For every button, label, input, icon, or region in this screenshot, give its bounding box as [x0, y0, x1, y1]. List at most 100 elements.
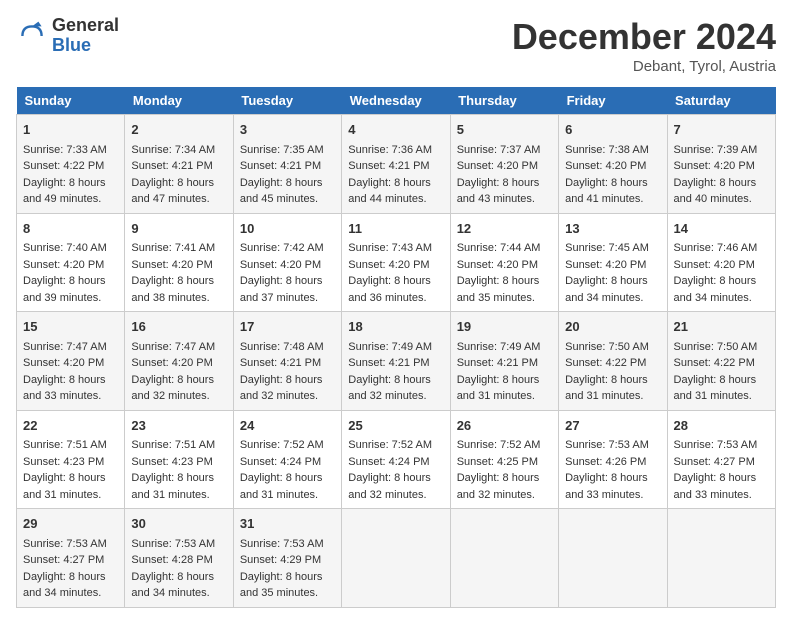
- calendar-cell: 31 Sunrise: 7:53 AM Sunset: 4:29 PM Dayl…: [233, 509, 341, 608]
- calendar-cell: 13 Sunrise: 7:45 AM Sunset: 4:20 PM Dayl…: [559, 213, 667, 312]
- calendar-cell: 11 Sunrise: 7:43 AM Sunset: 4:20 PM Dayl…: [342, 213, 450, 312]
- sunset-label: Sunset: 4:21 PM: [348, 160, 429, 172]
- sunrise-label: Sunrise: 7:53 AM: [131, 538, 215, 550]
- sunset-label: Sunset: 4:22 PM: [565, 357, 646, 369]
- calendar-table: SundayMondayTuesdayWednesdayThursdayFrid…: [16, 87, 776, 608]
- sunset-label: Sunset: 4:20 PM: [348, 259, 429, 271]
- calendar-cell: 9 Sunrise: 7:41 AM Sunset: 4:20 PM Dayli…: [125, 213, 233, 312]
- daylight-label: Daylight: 8 hours and 32 minutes.: [131, 374, 214, 403]
- sunset-label: Sunset: 4:21 PM: [240, 160, 321, 172]
- day-number: 4: [348, 120, 443, 140]
- sunset-label: Sunset: 4:21 PM: [457, 357, 538, 369]
- calendar-week-row: 15 Sunrise: 7:47 AM Sunset: 4:20 PM Dayl…: [17, 312, 776, 411]
- weekday-header-row: SundayMondayTuesdayWednesdayThursdayFrid…: [17, 87, 776, 115]
- daylight-label: Daylight: 8 hours and 34 minutes.: [23, 571, 106, 600]
- daylight-label: Daylight: 8 hours and 35 minutes.: [457, 275, 540, 304]
- day-number: 16: [131, 317, 226, 337]
- calendar-cell: 15 Sunrise: 7:47 AM Sunset: 4:20 PM Dayl…: [17, 312, 125, 411]
- calendar-cell: 4 Sunrise: 7:36 AM Sunset: 4:21 PM Dayli…: [342, 115, 450, 214]
- sunrise-label: Sunrise: 7:41 AM: [131, 242, 215, 254]
- calendar-week-row: 1 Sunrise: 7:33 AM Sunset: 4:22 PM Dayli…: [17, 115, 776, 214]
- sunset-label: Sunset: 4:21 PM: [131, 160, 212, 172]
- day-number: 25: [348, 416, 443, 436]
- daylight-label: Daylight: 8 hours and 31 minutes.: [23, 472, 106, 501]
- sunrise-label: Sunrise: 7:47 AM: [131, 341, 215, 353]
- sunrise-label: Sunrise: 7:53 AM: [240, 538, 324, 550]
- sunset-label: Sunset: 4:23 PM: [23, 456, 104, 468]
- sunrise-label: Sunrise: 7:36 AM: [348, 144, 432, 156]
- calendar-cell: 16 Sunrise: 7:47 AM Sunset: 4:20 PM Dayl…: [125, 312, 233, 411]
- sunset-label: Sunset: 4:28 PM: [131, 554, 212, 566]
- day-number: 19: [457, 317, 552, 337]
- day-number: 13: [565, 219, 660, 239]
- sunrise-label: Sunrise: 7:52 AM: [240, 439, 324, 451]
- sunset-label: Sunset: 4:21 PM: [348, 357, 429, 369]
- calendar-cell: 17 Sunrise: 7:48 AM Sunset: 4:21 PM Dayl…: [233, 312, 341, 411]
- sunrise-label: Sunrise: 7:49 AM: [457, 341, 541, 353]
- day-number: 17: [240, 317, 335, 337]
- daylight-label: Daylight: 8 hours and 34 minutes.: [674, 275, 757, 304]
- sunrise-label: Sunrise: 7:52 AM: [348, 439, 432, 451]
- sunset-label: Sunset: 4:20 PM: [23, 259, 104, 271]
- sunrise-label: Sunrise: 7:45 AM: [565, 242, 649, 254]
- calendar-week-row: 22 Sunrise: 7:51 AM Sunset: 4:23 PM Dayl…: [17, 410, 776, 509]
- daylight-label: Daylight: 8 hours and 38 minutes.: [131, 275, 214, 304]
- sunset-label: Sunset: 4:27 PM: [23, 554, 104, 566]
- sunset-label: Sunset: 4:24 PM: [240, 456, 321, 468]
- calendar-cell: 14 Sunrise: 7:46 AM Sunset: 4:20 PM Dayl…: [667, 213, 775, 312]
- sunrise-label: Sunrise: 7:44 AM: [457, 242, 541, 254]
- sunset-label: Sunset: 4:26 PM: [565, 456, 646, 468]
- sunrise-label: Sunrise: 7:39 AM: [674, 144, 758, 156]
- sunset-label: Sunset: 4:20 PM: [565, 160, 646, 172]
- sunrise-label: Sunrise: 7:53 AM: [674, 439, 758, 451]
- day-number: 2: [131, 120, 226, 140]
- sunset-label: Sunset: 4:21 PM: [240, 357, 321, 369]
- day-number: 18: [348, 317, 443, 337]
- calendar-cell: 12 Sunrise: 7:44 AM Sunset: 4:20 PM Dayl…: [450, 213, 558, 312]
- day-number: 20: [565, 317, 660, 337]
- day-number: 27: [565, 416, 660, 436]
- sunset-label: Sunset: 4:27 PM: [674, 456, 755, 468]
- weekday-header: Saturday: [667, 87, 775, 115]
- sunset-label: Sunset: 4:20 PM: [457, 259, 538, 271]
- daylight-label: Daylight: 8 hours and 43 minutes.: [457, 177, 540, 206]
- day-number: 5: [457, 120, 552, 140]
- weekday-header: Wednesday: [342, 87, 450, 115]
- sunrise-label: Sunrise: 7:48 AM: [240, 341, 324, 353]
- daylight-label: Daylight: 8 hours and 33 minutes.: [565, 472, 648, 501]
- location-subtitle: Debant, Tyrol, Austria: [512, 58, 776, 75]
- sunrise-label: Sunrise: 7:40 AM: [23, 242, 107, 254]
- daylight-label: Daylight: 8 hours and 35 minutes.: [240, 571, 323, 600]
- title-block: December 2024 Debant, Tyrol, Austria: [512, 16, 776, 75]
- calendar-cell: 18 Sunrise: 7:49 AM Sunset: 4:21 PM Dayl…: [342, 312, 450, 411]
- calendar-cell: 20 Sunrise: 7:50 AM Sunset: 4:22 PM Dayl…: [559, 312, 667, 411]
- day-number: 28: [674, 416, 769, 436]
- sunset-label: Sunset: 4:29 PM: [240, 554, 321, 566]
- calendar-cell: 26 Sunrise: 7:52 AM Sunset: 4:25 PM Dayl…: [450, 410, 558, 509]
- sunrise-label: Sunrise: 7:49 AM: [348, 341, 432, 353]
- day-number: 10: [240, 219, 335, 239]
- calendar-cell: 27 Sunrise: 7:53 AM Sunset: 4:26 PM Dayl…: [559, 410, 667, 509]
- calendar-cell: 6 Sunrise: 7:38 AM Sunset: 4:20 PM Dayli…: [559, 115, 667, 214]
- daylight-label: Daylight: 8 hours and 32 minutes.: [348, 472, 431, 501]
- calendar-cell: 10 Sunrise: 7:42 AM Sunset: 4:20 PM Dayl…: [233, 213, 341, 312]
- daylight-label: Daylight: 8 hours and 34 minutes.: [565, 275, 648, 304]
- month-title: December 2024: [512, 16, 776, 58]
- sunset-label: Sunset: 4:20 PM: [457, 160, 538, 172]
- daylight-label: Daylight: 8 hours and 39 minutes.: [23, 275, 106, 304]
- calendar-cell: 8 Sunrise: 7:40 AM Sunset: 4:20 PM Dayli…: [17, 213, 125, 312]
- daylight-label: Daylight: 8 hours and 32 minutes.: [457, 472, 540, 501]
- day-number: 29: [23, 514, 118, 534]
- calendar-week-row: 29 Sunrise: 7:53 AM Sunset: 4:27 PM Dayl…: [17, 509, 776, 608]
- sunset-label: Sunset: 4:20 PM: [23, 357, 104, 369]
- sunrise-label: Sunrise: 7:34 AM: [131, 144, 215, 156]
- sunset-label: Sunset: 4:24 PM: [348, 456, 429, 468]
- sunset-label: Sunset: 4:20 PM: [240, 259, 321, 271]
- daylight-label: Daylight: 8 hours and 32 minutes.: [348, 374, 431, 403]
- day-number: 30: [131, 514, 226, 534]
- sunrise-label: Sunrise: 7:38 AM: [565, 144, 649, 156]
- daylight-label: Daylight: 8 hours and 31 minutes.: [457, 374, 540, 403]
- calendar-cell: [667, 509, 775, 608]
- sunrise-label: Sunrise: 7:33 AM: [23, 144, 107, 156]
- calendar-cell: 29 Sunrise: 7:53 AM Sunset: 4:27 PM Dayl…: [17, 509, 125, 608]
